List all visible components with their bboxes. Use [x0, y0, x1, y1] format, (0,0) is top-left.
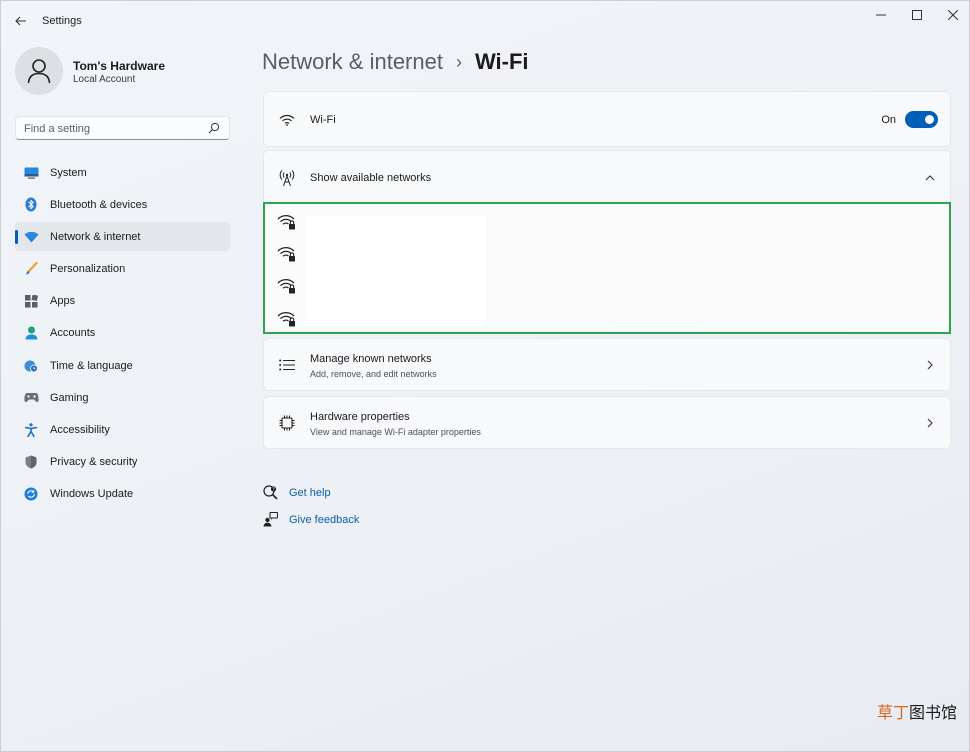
breadcrumb-separator: › — [455, 51, 462, 72]
secured-wifi-icon — [277, 246, 295, 262]
title-bar: Settings — [1, 1, 970, 41]
close-button[interactable] — [935, 1, 970, 29]
sidebar-item-accounts[interactable]: Accounts — [15, 319, 230, 348]
profile-name: Tom's Hardware — [73, 59, 165, 73]
toggle-knob — [925, 115, 934, 124]
watermark: 草丁图书馆 — [877, 699, 957, 723]
watermark-part2: 图书馆 — [908, 705, 957, 722]
shield-icon — [23, 454, 39, 470]
search-icon — [208, 122, 220, 134]
sidebar-item-gaming[interactable]: Gaming — [15, 383, 230, 412]
window-controls — [863, 1, 970, 29]
sidebar-item-label: Accounts — [50, 327, 96, 340]
sidebar-item-bluetooth-devices[interactable]: Bluetooth & devices — [15, 190, 230, 219]
wifi-toggle[interactable] — [905, 111, 938, 128]
search-box[interactable] — [15, 116, 230, 140]
update-icon — [23, 486, 39, 502]
minimize-button[interactable] — [863, 1, 899, 29]
manage-known-networks-card[interactable]: Manage known networks Add, remove, and e… — [263, 338, 951, 391]
redacted-network-names — [305, 216, 485, 326]
sidebar-item-label: Privacy & security — [50, 456, 138, 469]
wifi-label: Wi-Fi — [310, 114, 336, 126]
chip-icon — [278, 414, 296, 432]
watermark-part1: 草丁 — [876, 705, 909, 722]
sidebar-item-apps[interactable]: Apps — [15, 287, 230, 316]
show-networks-header[interactable]: Show available networks — [263, 150, 951, 205]
wifi-icon — [278, 111, 296, 129]
sidebar-item-system[interactable]: System — [15, 158, 230, 187]
accessibility-icon — [23, 422, 39, 438]
maximize-icon — [912, 10, 922, 20]
manage-known-networks-title: Manage known networks — [310, 353, 432, 365]
network-list-item[interactable] — [277, 213, 297, 233]
network-list-item[interactable] — [277, 245, 297, 265]
sidebar-item-label: Gaming — [50, 391, 89, 404]
sidebar-item-label: System — [50, 166, 87, 179]
page-title: Wi-Fi — [474, 49, 529, 74]
sidebar-item-label: Accessibility — [50, 424, 110, 436]
minimize-icon — [876, 14, 886, 16]
breadcrumb-parent[interactable]: Network & internet — [262, 49, 443, 75]
hardware-properties-card[interactable]: Hardware properties View and manage Wi-F… — [263, 396, 951, 449]
user-icon — [27, 59, 51, 84]
secured-wifi-icon — [277, 214, 295, 230]
apps-icon — [23, 293, 39, 309]
profile-account-type: Local Account — [73, 74, 136, 85]
available-networks-list — [263, 202, 951, 334]
chevron-right-icon — [927, 418, 933, 428]
sidebar-item-label: Bluetooth & devices — [50, 198, 148, 211]
feedback-icon — [262, 512, 278, 528]
list-icon — [278, 356, 296, 374]
network-list-item[interactable] — [277, 310, 297, 330]
back-button[interactable] — [9, 10, 33, 32]
sidebar-item-privacy-security[interactable]: Privacy & security — [15, 448, 230, 477]
give-feedback-link[interactable]: Give feedback — [262, 506, 359, 533]
search-input[interactable] — [24, 121, 204, 136]
show-networks-label: Show available networks — [310, 172, 432, 184]
maximize-button[interactable] — [899, 1, 935, 29]
sidebar-item-label: Apps — [50, 295, 76, 308]
back-arrow-icon — [15, 16, 26, 26]
globe-clock-icon — [23, 358, 39, 374]
help-icon: ? — [262, 485, 278, 501]
sidebar-item-network-internet[interactable]: Network & internet — [15, 222, 230, 252]
chevron-right-icon — [927, 360, 933, 370]
system-icon — [23, 165, 39, 181]
breadcrumb: Network & internet › Wi-Fi — [262, 47, 529, 77]
accounts-icon — [23, 325, 39, 341]
secured-wifi-icon — [277, 278, 295, 294]
close-icon — [948, 10, 958, 20]
get-help-link[interactable]: ? Get help — [262, 479, 359, 506]
network-list-item[interactable] — [277, 277, 297, 297]
hardware-properties-subtitle: View and manage Wi-Fi adapter properties — [310, 427, 481, 437]
wifi-toggle-state: On — [881, 114, 896, 126]
secured-wifi-icon — [277, 311, 295, 327]
active-indicator — [15, 230, 18, 245]
sidebar-item-time-language[interactable]: Time & language — [15, 351, 230, 380]
give-feedback-label[interactable]: Give feedback — [289, 514, 359, 526]
sidebar-item-windows-update[interactable]: Windows Update — [15, 480, 230, 509]
antenna-icon — [278, 169, 296, 187]
manage-known-networks-subtitle: Add, remove, and edit networks — [310, 369, 437, 379]
help-links: ? Get help Give feedback — [262, 479, 359, 533]
settings-window: Settings Tom's Hardware Local Account Fi… — [0, 0, 970, 752]
sidebar-item-personalization[interactable]: Personalization — [15, 255, 230, 284]
sidebar-item-label: Time & language — [50, 359, 133, 372]
hardware-properties-title: Hardware properties — [310, 411, 410, 423]
sidebar-item-label: Personalization — [50, 263, 126, 276]
network-icon — [23, 229, 39, 245]
app-title: Settings — [42, 15, 82, 27]
chevron-up-icon[interactable] — [924, 172, 936, 184]
sidebar-item-label: Network & internet — [50, 230, 141, 243]
avatar[interactable] — [15, 47, 63, 95]
get-help-label[interactable]: Get help — [289, 487, 331, 499]
gamepad-icon — [23, 390, 39, 406]
bluetooth-icon — [23, 197, 39, 213]
sidebar-item-accessibility[interactable]: Accessibility — [15, 416, 230, 445]
sidebar-nav: System Bluetooth & devices Network & int… — [15, 158, 230, 512]
brush-icon — [23, 261, 39, 277]
sidebar-item-label: Windows Update — [50, 488, 134, 501]
wifi-toggle-card: Wi-Fi On — [263, 91, 951, 147]
